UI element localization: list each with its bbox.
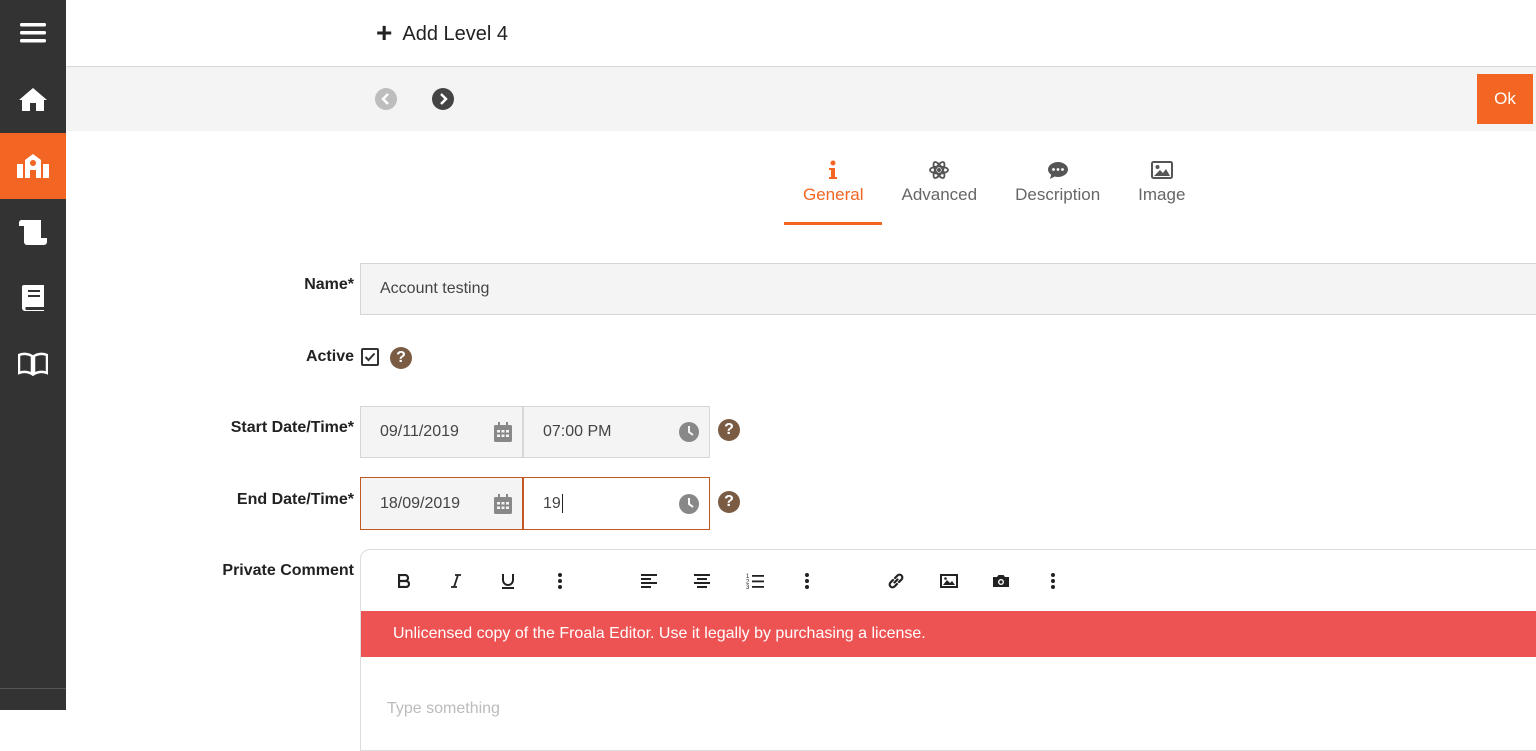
insert-image-button[interactable] bbox=[936, 568, 962, 594]
tab-bar: General Advanced Description Image bbox=[784, 150, 1204, 226]
tab-general[interactable]: General bbox=[784, 150, 883, 225]
private-comment-editor[interactable]: 123 Unlicensed copy of the Froala Editor… bbox=[360, 549, 1536, 751]
underline-button[interactable] bbox=[495, 568, 521, 594]
active-label: Active bbox=[305, 348, 354, 365]
image-icon bbox=[1150, 158, 1173, 182]
active-checkbox[interactable] bbox=[361, 348, 379, 366]
ordered-list-button[interactable]: 123 bbox=[742, 568, 768, 594]
sidebar-item-book[interactable] bbox=[0, 265, 66, 331]
name-input[interactable]: Account testing bbox=[360, 263, 1536, 315]
align-left-icon bbox=[641, 574, 657, 588]
ok-button[interactable]: Ok bbox=[1477, 74, 1533, 124]
clock-icon[interactable] bbox=[679, 493, 699, 514]
add-level-button[interactable]: + Add Level 4 bbox=[376, 16, 508, 48]
home-icon bbox=[19, 88, 47, 111]
bold-icon bbox=[398, 574, 410, 588]
start-time-value: 07:00 PM bbox=[543, 423, 612, 440]
header: + Add Level 4 bbox=[66, 0, 1536, 67]
license-warning-text: Unlicensed copy of the Froala Editor. Us… bbox=[393, 625, 926, 642]
book-icon bbox=[22, 285, 44, 311]
end-time-value: 19 bbox=[543, 494, 561, 512]
name-value: Account testing bbox=[380, 280, 490, 297]
align-center-icon bbox=[694, 574, 710, 588]
italic-icon bbox=[451, 574, 461, 588]
link-icon bbox=[888, 573, 904, 589]
end-datetime-label: End Date/Time* bbox=[236, 491, 354, 508]
sidebar-item-open-book[interactable] bbox=[0, 331, 66, 397]
end-date-value: 18/09/2019 bbox=[380, 494, 461, 512]
insert-video-button[interactable] bbox=[988, 568, 1014, 594]
comment-icon bbox=[1047, 158, 1069, 182]
clock-icon[interactable] bbox=[679, 422, 699, 442]
start-date-input[interactable]: 09/11/2019 bbox=[360, 406, 523, 458]
more-paragraph-icon bbox=[805, 573, 809, 589]
bold-button[interactable] bbox=[391, 568, 417, 594]
more-text-icon bbox=[558, 573, 562, 589]
next-record-button[interactable] bbox=[432, 88, 454, 110]
insert-link-button[interactable] bbox=[883, 568, 909, 594]
open-book-icon bbox=[18, 352, 48, 376]
checkmark-icon bbox=[364, 352, 376, 362]
sidebar-item-school[interactable] bbox=[0, 133, 66, 199]
camera-icon bbox=[993, 575, 1009, 587]
more-rich-button[interactable] bbox=[1040, 568, 1066, 594]
align-center-button[interactable] bbox=[689, 568, 715, 594]
underline-icon bbox=[502, 574, 514, 589]
sidebar-item-scroll[interactable] bbox=[0, 199, 66, 265]
sidebar bbox=[0, 0, 66, 710]
license-warning-banner: Unlicensed copy of the Froala Editor. Us… bbox=[361, 611, 1536, 657]
ordered-list-icon: 123 bbox=[746, 574, 764, 589]
text-cursor bbox=[561, 494, 563, 513]
tab-image[interactable]: Image bbox=[1119, 150, 1204, 224]
previous-record-button[interactable] bbox=[375, 88, 397, 110]
atom-icon bbox=[929, 158, 950, 182]
start-date-value: 09/11/2019 bbox=[380, 423, 459, 440]
end-datetime-help-icon[interactable]: ? bbox=[718, 491, 740, 513]
tab-image-label: Image bbox=[1138, 185, 1186, 204]
more-paragraph-button[interactable] bbox=[794, 568, 820, 594]
editor-placeholder: Type something bbox=[387, 700, 500, 717]
align-left-button[interactable] bbox=[636, 568, 662, 594]
calendar-icon[interactable] bbox=[494, 493, 512, 514]
school-icon bbox=[17, 154, 49, 178]
info-icon bbox=[828, 158, 838, 182]
calendar-icon[interactable] bbox=[494, 422, 512, 442]
add-level-label: Add Level 4 bbox=[402, 22, 508, 45]
tab-advanced-label: Advanced bbox=[901, 185, 978, 204]
tab-general-label: General bbox=[803, 185, 864, 204]
chevron-left-icon bbox=[381, 93, 389, 105]
end-date-input[interactable]: 18/09/2019 bbox=[360, 477, 523, 530]
tab-advanced[interactable]: Advanced bbox=[882, 150, 996, 224]
tab-description[interactable]: Description bbox=[996, 150, 1119, 224]
chevron-right-icon bbox=[440, 93, 448, 105]
scroll-icon bbox=[18, 220, 47, 245]
hamburger-icon bbox=[20, 23, 46, 43]
plus-icon: + bbox=[376, 16, 393, 48]
end-time-input[interactable]: 19 bbox=[523, 477, 710, 530]
sidebar-divider bbox=[0, 688, 66, 689]
start-datetime-help-icon[interactable]: ? bbox=[718, 419, 740, 441]
more-rich-icon bbox=[1051, 573, 1055, 589]
svg-text:3: 3 bbox=[746, 585, 750, 589]
private-comment-label: Private Comment bbox=[222, 562, 354, 579]
image-icon bbox=[940, 574, 958, 588]
active-help-icon[interactable]: ? bbox=[390, 347, 412, 369]
italic-button[interactable] bbox=[443, 568, 469, 594]
sidebar-menu-toggle[interactable] bbox=[0, 0, 66, 66]
sidebar-item-home[interactable] bbox=[0, 66, 66, 132]
name-label: Name* bbox=[304, 276, 354, 293]
record-navigation-bar: Ok bbox=[66, 67, 1536, 131]
start-time-input[interactable]: 07:00 PM bbox=[523, 406, 710, 458]
tab-description-label: Description bbox=[1015, 185, 1101, 204]
more-text-button[interactable] bbox=[547, 568, 573, 594]
start-datetime-label: Start Date/Time* bbox=[230, 419, 354, 436]
